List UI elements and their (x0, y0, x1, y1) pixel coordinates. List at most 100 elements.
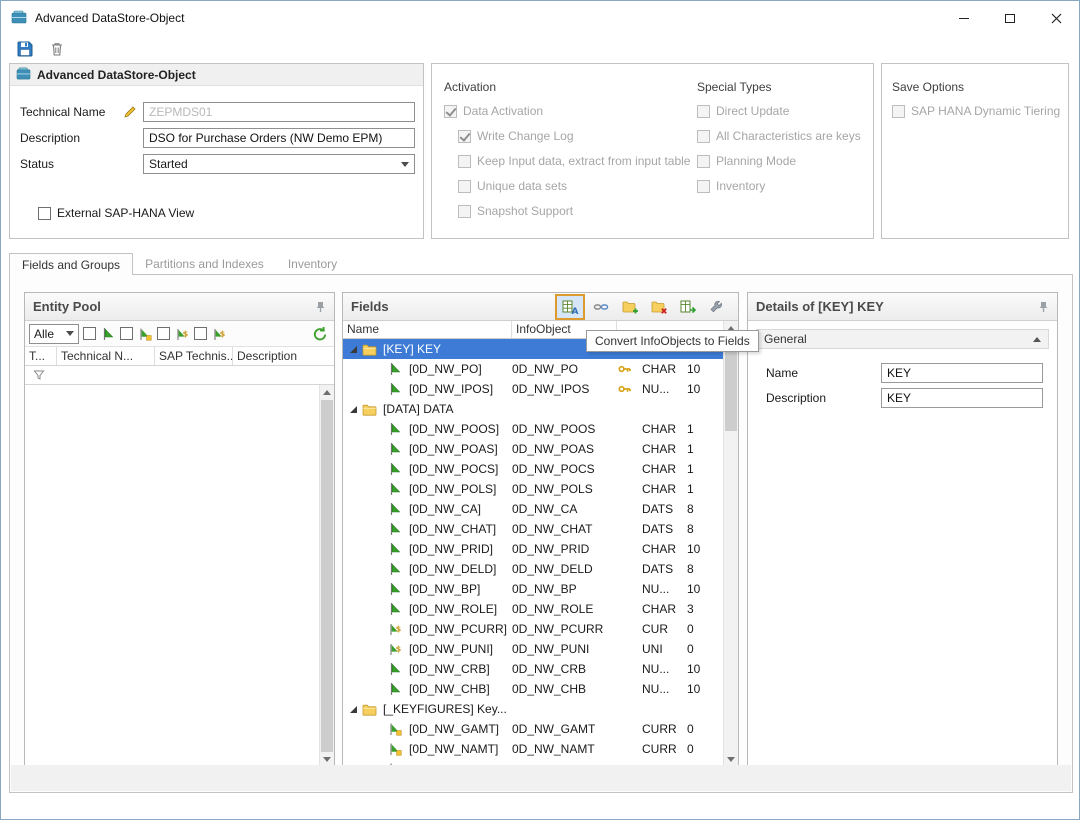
expand-icon[interactable] (350, 406, 357, 413)
entity-column-header[interactable]: Description (233, 347, 334, 365)
fields-field-row[interactable]: [0D_NW_NAMT]0D_NW_NAMTCURR0 (343, 739, 723, 759)
fields-field-row[interactable]: [0D_NW_PO]0D_NW_POCHAR10 (343, 359, 723, 379)
fields-field-row[interactable]: [0D_NW_POLS]0D_NW_POLSCHAR1 (343, 479, 723, 499)
fields-field-row[interactable]: [0D_NW_PRID]0D_NW_PRIDCHAR10 (343, 539, 723, 559)
characteristic-icon (388, 582, 404, 596)
pin-icon[interactable] (1038, 301, 1049, 313)
fields-field-row[interactable]: [0D_NW_IPOS]0D_NW_IPOSNU...10 (343, 379, 723, 399)
data-type: NU... (642, 382, 687, 396)
tab-bar: Fields and GroupsPartitions and IndexesI… (9, 253, 349, 275)
characteristic-icon (388, 542, 404, 556)
scroll-thumb[interactable] (321, 400, 333, 752)
entity-type-dropdown[interactable]: Alle (29, 324, 79, 344)
external-hana-view-checkbox[interactable] (38, 207, 51, 220)
fields-field-row[interactable]: [0D_NW_CHB]0D_NW_CHBNU...10 (343, 679, 723, 699)
entity-column-header[interactable]: T... (25, 347, 57, 365)
refresh-button[interactable] (310, 324, 330, 344)
details-panel: Details of [KEY] KEY General Name Descri… (747, 292, 1058, 768)
entity-pool-panel: Entity Pool Alle $$ T... Technical N... … (24, 292, 335, 768)
save-button[interactable] (15, 39, 35, 59)
expand-icon[interactable] (350, 706, 357, 713)
name-cell: [0D_NW_GAMT] (343, 722, 512, 736)
fields-field-row[interactable]: [0D_NW_POOS]0D_NW_POOSCHAR1 (343, 419, 723, 439)
fields-field-row[interactable]: [0D_NW_DELD]0D_NW_DELDDATS8 (343, 559, 723, 579)
data-type: CHAR (642, 482, 687, 496)
special-type-checkbox[interactable] (697, 105, 710, 118)
fields-field-row[interactable]: [0D_NW_CHAT]0D_NW_CHATDATS8 (343, 519, 723, 539)
fields-scrollbar[interactable] (723, 321, 738, 767)
fields-field-row[interactable]: [0D_NW_POCS]0D_NW_POCSCHAR1 (343, 459, 723, 479)
fields-field-row[interactable]: [0D_NW_CRB]0D_NW_CRBNU...10 (343, 659, 723, 679)
fields-toolbar: A (555, 294, 730, 320)
fields-field-row[interactable]: [0D_NW_ROLE]0D_NW_ROLECHAR3 (343, 599, 723, 619)
fields-column-name[interactable]: Name (343, 321, 512, 338)
general-section-header[interactable]: General (756, 329, 1049, 349)
activation-checkbox[interactable] (458, 205, 471, 218)
entity-filter-checkbox[interactable] (120, 327, 133, 340)
details-name-input[interactable] (881, 363, 1043, 383)
minimize-button[interactable] (941, 1, 987, 35)
entity-pool-list[interactable] (25, 385, 319, 767)
entity-filter-checkbox[interactable] (83, 327, 96, 340)
field-name: [0D_NW_CHB] (409, 682, 490, 696)
tab-inventory[interactable]: Inventory (276, 253, 349, 275)
expand-icon[interactable] (350, 346, 357, 353)
associate-infoobject-button[interactable] (588, 295, 614, 319)
technical-name-input[interactable] (143, 102, 415, 122)
special-type-checkbox[interactable] (697, 180, 710, 193)
main-toolbar (1, 35, 1079, 63)
scroll-up-icon[interactable] (320, 385, 334, 400)
name-cell: [0D_NW_ROLE] (343, 602, 512, 616)
fields-field-row[interactable]: [0D_NW_POAS]0D_NW_POASCHAR1 (343, 439, 723, 459)
name-cell: [0D_NW_CHB] (343, 682, 512, 696)
save-option-checkbox[interactable] (892, 105, 905, 118)
add-group-button[interactable] (617, 295, 643, 319)
edit-tools-button[interactable] (704, 295, 730, 319)
advanced-dso-window: Advanced DataStore-Object Advanced DataS… (0, 0, 1080, 820)
data-type: NU... (642, 662, 687, 676)
fields-field-row[interactable]: [0D_NW_GAMT]0D_NW_GAMTCURR0 (343, 719, 723, 739)
characteristic-icon (388, 442, 404, 456)
fields-group-row[interactable]: [_KEYFIGURES] Key... (343, 699, 723, 719)
close-button[interactable] (1033, 1, 1079, 35)
fields-field-row[interactable]: $[0D_NW_PUNI]0D_NW_PUNIUNI0 (343, 639, 723, 659)
activation-label: Write Change Log (477, 129, 574, 143)
entity-column-header[interactable]: Technical N... (57, 347, 155, 365)
save-options-column: Save Options SAP HANA Dynamic Tiering (892, 80, 1060, 129)
fields-group-row[interactable]: [DATA] DATA (343, 399, 723, 419)
dso-icon (16, 67, 31, 83)
status-dropdown[interactable]: Started (143, 154, 415, 174)
entity-column-header[interactable]: SAP Technis... (155, 347, 233, 365)
activation-checkbox[interactable] (458, 155, 471, 168)
fields-field-row[interactable]: $[0D_NW_PCURR]0D_NW_PCURRCUR0 (343, 619, 723, 639)
delete-button[interactable] (47, 39, 67, 59)
details-description-input[interactable] (881, 388, 1043, 408)
remove-group-button[interactable] (646, 295, 672, 319)
entity-filter-checkbox[interactable] (157, 327, 170, 340)
activation-checkbox[interactable] (458, 180, 471, 193)
edit-technical-name-button[interactable] (120, 102, 140, 122)
activation-checkbox[interactable] (444, 105, 457, 118)
special-type-checkbox[interactable] (697, 155, 710, 168)
export-fields-button[interactable] (675, 295, 701, 319)
svg-text:$: $ (396, 625, 402, 634)
special-type-checkbox[interactable] (697, 130, 710, 143)
tab-partitions-and-indexes[interactable]: Partitions and Indexes (133, 253, 276, 275)
pin-icon[interactable] (315, 301, 326, 313)
key-icon (617, 362, 633, 376)
technical-name-row: Technical Name (10, 102, 423, 122)
fields-field-row[interactable]: [0D_NW_BP]0D_NW_BPNU...10 (343, 579, 723, 599)
convert-infoobjects-to-fields-button[interactable]: A (555, 294, 585, 320)
maximize-button[interactable] (987, 1, 1033, 35)
fields-field-row[interactable]: [0D_NW_CA]0D_NW_CADATS8 (343, 499, 723, 519)
activation-checkbox[interactable] (458, 130, 471, 143)
key-icon (617, 382, 633, 396)
entity-filter-row[interactable] (25, 366, 334, 385)
technical-name-label: Technical Name (20, 105, 116, 119)
entity-filter-checkbox[interactable] (194, 327, 207, 340)
description-input[interactable] (143, 128, 415, 148)
entity-pool-scrollbar[interactable] (319, 385, 334, 767)
key-cell (617, 362, 642, 376)
data-length: 8 (687, 522, 723, 536)
tab-fields-and-groups[interactable]: Fields and Groups (9, 253, 133, 275)
